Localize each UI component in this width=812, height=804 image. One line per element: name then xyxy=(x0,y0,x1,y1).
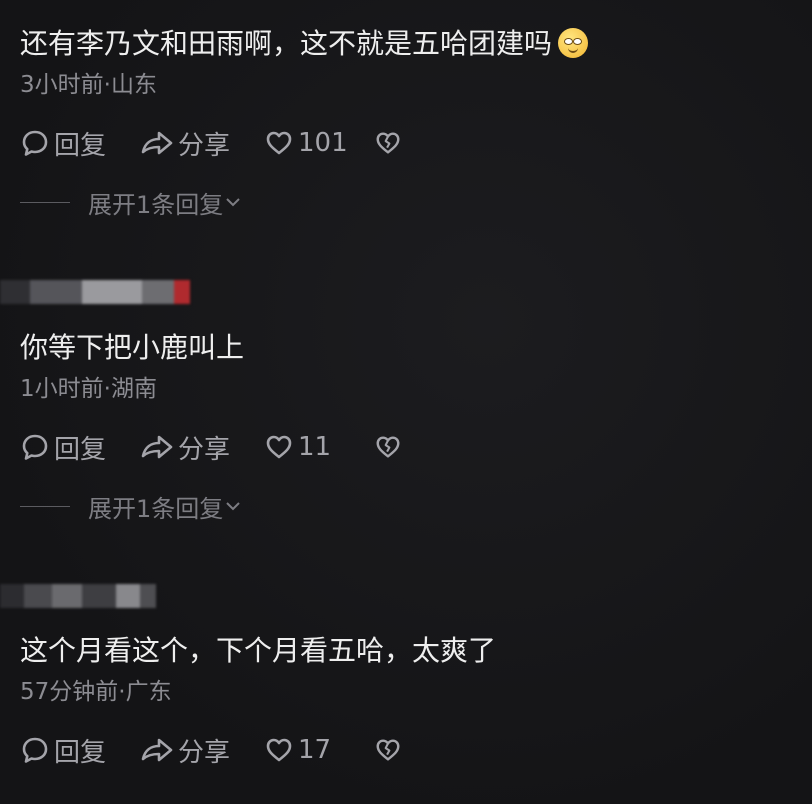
like-count: 17 xyxy=(298,735,332,765)
expand-label: 展开1条回复 xyxy=(88,190,224,219)
chat-bubble-icon xyxy=(22,434,48,460)
comment-actions: 回复 分享 17 xyxy=(20,732,792,769)
expand-label: 展开1条回复 xyxy=(88,494,224,523)
share-arrow-icon xyxy=(141,131,173,155)
expand-replies[interactable]: 展开1条回复 xyxy=(20,491,792,523)
like-count: 11 xyxy=(298,432,332,462)
share-arrow-icon xyxy=(141,738,173,762)
comment-actions: 回复 分享 11 xyxy=(20,429,792,466)
smiling-face-icon xyxy=(558,28,589,58)
share-arrow-icon xyxy=(141,435,173,459)
comment-actions: 回复 分享 101 xyxy=(20,125,792,162)
comment-item: 你等下把小鹿叫上 1小时前·湖南 回复 分享 11 展开1条回复 xyxy=(20,330,792,523)
broken-heart-icon xyxy=(376,436,400,458)
comment-text: 这个月看这个，下个月看五哈，太爽了 xyxy=(20,634,497,667)
reply-label: 回复 xyxy=(54,130,107,161)
dislike-button[interactable] xyxy=(374,736,402,764)
dislike-button[interactable] xyxy=(374,129,402,157)
expand-replies[interactable]: 展开1条回复 xyxy=(20,187,792,219)
username-blurred xyxy=(0,280,190,304)
heart-icon xyxy=(266,738,292,762)
chevron-down-icon xyxy=(226,198,240,207)
divider xyxy=(20,201,70,203)
heart-icon xyxy=(266,435,292,459)
like-button[interactable]: 101 xyxy=(264,128,374,158)
like-button[interactable]: 17 xyxy=(264,735,374,765)
comment-feed: 还有李乃文和田雨啊，这不就是五哈团建吗 3小时前·山东 回复 分享 101 展开… xyxy=(0,0,812,804)
like-button[interactable]: 11 xyxy=(264,432,374,462)
comment-meta: 57分钟前·广东 xyxy=(20,679,172,705)
reply-button[interactable]: 回复 xyxy=(20,732,140,769)
dislike-button[interactable] xyxy=(374,433,402,461)
heart-icon xyxy=(266,131,292,155)
share-label: 分享 xyxy=(178,130,231,161)
reply-button[interactable]: 回复 xyxy=(20,125,140,162)
divider xyxy=(20,505,70,507)
share-label: 分享 xyxy=(178,434,231,465)
chevron-down-icon xyxy=(226,502,240,511)
reply-button[interactable]: 回复 xyxy=(20,429,140,466)
broken-heart-icon xyxy=(376,739,400,761)
share-button[interactable]: 分享 xyxy=(140,429,264,466)
broken-heart-icon xyxy=(376,132,400,154)
comment-text: 你等下把小鹿叫上 xyxy=(20,331,245,364)
comment-item: 这个月看这个，下个月看五哈，太爽了 57分钟前·广东 回复 分享 17 xyxy=(20,633,792,769)
like-count: 101 xyxy=(298,128,348,158)
comment-meta: 3小时前·山东 xyxy=(20,72,157,98)
share-button[interactable]: 分享 xyxy=(140,732,264,769)
chat-bubble-icon xyxy=(22,130,48,156)
reply-label: 回复 xyxy=(54,434,107,465)
comment-text: 还有李乃文和田雨啊，这不就是五哈团建吗 xyxy=(20,26,792,62)
comment-item: 还有李乃文和田雨啊，这不就是五哈团建吗 3小时前·山东 回复 分享 101 展开… xyxy=(20,26,792,219)
share-button[interactable]: 分享 xyxy=(140,125,264,162)
reply-label: 回复 xyxy=(54,737,107,768)
username-blurred xyxy=(0,584,156,608)
comment-meta: 1小时前·湖南 xyxy=(20,376,157,402)
share-label: 分享 xyxy=(178,737,231,768)
chat-bubble-icon xyxy=(22,737,48,763)
